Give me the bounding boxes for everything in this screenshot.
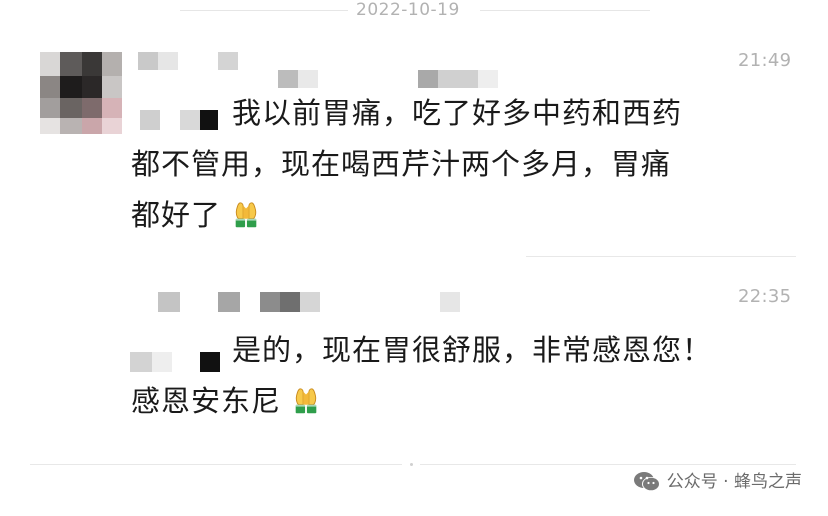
message-time-1: 21:49 <box>738 50 792 71</box>
message-divider <box>526 256 796 257</box>
date-separator-left <box>180 10 348 11</box>
watermark-label: 公众号 · 蜂鸟之声 <box>666 472 802 492</box>
message-1-line-1: 我以前胃痛，吃了好多中药和西药 <box>232 96 683 130</box>
message-1-line-2: 都不管用，现在喝西芹汁两个多月，胃痛 <box>131 147 672 181</box>
bottom-divider-dot <box>410 463 413 466</box>
folded-hands-icon <box>235 202 257 228</box>
sender-name-2 <box>158 292 468 314</box>
chat-screen: 2022-10-19 21:49 我以前胃痛，吃了好多中药和西药 都不管用，现在… <box>0 0 828 516</box>
message-1-line-3-text: 都好了 <box>131 198 222 232</box>
watermark: 公众号 · 蜂鸟之声 <box>633 468 802 496</box>
avatar[interactable] <box>40 52 122 134</box>
date-label: 2022-10-19 <box>356 0 460 20</box>
message-2-line-2: 感恩安东尼 <box>131 376 712 427</box>
bottom-divider-right <box>420 464 796 465</box>
message-1-line-3: 都好了 <box>131 190 682 241</box>
folded-hands-icon <box>295 388 317 414</box>
message-text-2: 是的，现在胃很舒服，非常感恩您！ 感恩安东尼 <box>131 325 712 427</box>
message-time-2: 22:35 <box>738 286 792 307</box>
date-separator-right <box>480 10 650 11</box>
message-2-line-2-text: 感恩安东尼 <box>131 384 282 418</box>
message-text-1: 我以前胃痛，吃了好多中药和西药 都不管用，现在喝西芹汁两个多月，胃痛 都好了 <box>131 88 682 241</box>
wechat-icon <box>633 472 660 491</box>
sender-name-1 <box>138 52 498 92</box>
bottom-divider-left <box>30 464 402 465</box>
message-2-line-1: 是的，现在胃很舒服，非常感恩您！ <box>232 333 713 367</box>
